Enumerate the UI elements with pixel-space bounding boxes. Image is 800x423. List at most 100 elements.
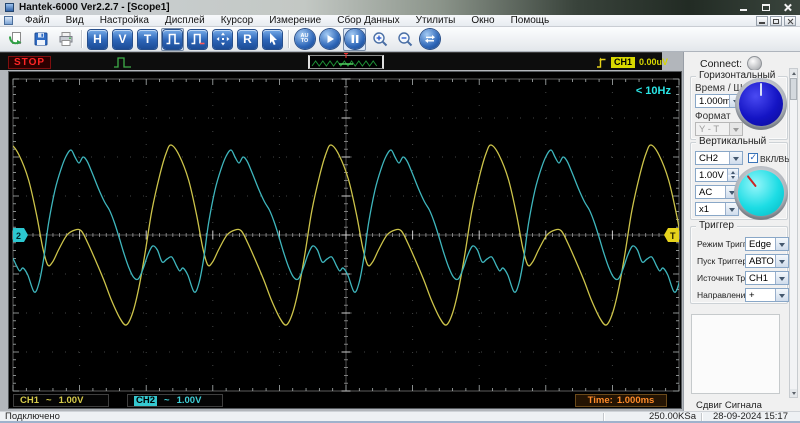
trigger-row-label: Источник Триг: [697, 273, 747, 283]
print-button[interactable]: [54, 28, 77, 51]
document-icon: [4, 16, 13, 25]
mdi-close-button[interactable]: [784, 16, 796, 26]
ch1-readout[interactable]: CH1~1.00V: [13, 394, 109, 407]
trigger-row-value: АВТО: [746, 255, 775, 267]
menu-item-утилиты[interactable]: Утилиты: [408, 15, 464, 26]
ch2-label: CH2: [134, 396, 157, 406]
save-button[interactable]: [29, 28, 52, 51]
self-calibration-button[interactable]: [418, 28, 441, 51]
control-panel: Connect: Горизонтальный Время / Ш 1.000m…: [683, 52, 800, 411]
close-button[interactable]: [781, 2, 794, 13]
trigger-source-select[interactable]: CH1: [745, 271, 789, 285]
pulse-icon: [163, 30, 182, 49]
pause-button[interactable]: [343, 28, 366, 51]
timebase-knob[interactable]: [735, 78, 787, 130]
probe-select[interactable]: x1: [695, 202, 739, 216]
reference-wave-button[interactable]: R: [236, 28, 259, 51]
maximize-icon: [762, 4, 770, 11]
probe-value: x1: [696, 203, 725, 215]
menu-item-помощь[interactable]: Помощь: [503, 15, 558, 26]
svg-text:2: 2: [16, 231, 21, 241]
timebase-value: 1.000ms: [696, 95, 729, 107]
waveform-roll-button[interactable]: [186, 28, 209, 51]
trigger-row-label: Режим Триггера: [697, 239, 747, 249]
minimize-button[interactable]: [737, 2, 750, 13]
mdi-close-icon: [787, 18, 794, 25]
trigger-group: Триггер Режим ТриггераEdgeПуск ТриггераА…: [690, 226, 788, 304]
scroll-up-icon[interactable]: [790, 69, 797, 77]
connect-button[interactable]: [747, 56, 762, 71]
channel-enable-checkbox[interactable]: [748, 153, 758, 163]
ch2-scale: 1.00V: [177, 395, 202, 406]
trigger-mode-select[interactable]: Edge: [745, 237, 789, 251]
zoom-out-button[interactable]: [393, 28, 416, 51]
chevron-down-icon[interactable]: [775, 238, 788, 250]
menu-item-измерение[interactable]: Измерение: [261, 15, 329, 26]
menu-item-курсор[interactable]: Курсор: [213, 15, 262, 26]
statusbar-divider: [701, 413, 702, 421]
scrollbar-thumb[interactable]: [790, 78, 797, 100]
horizontal-panel-button[interactable]: H: [86, 28, 109, 51]
pulse-shape-icon: [113, 55, 133, 69]
trigger-level-readout: 0.00uV: [639, 57, 668, 67]
format-value: Y - T: [696, 123, 729, 135]
ch1-scale: 1.00V: [59, 395, 84, 406]
trigger-sweep-select[interactable]: АВТО: [745, 254, 789, 268]
zoom-in-button[interactable]: [368, 28, 391, 51]
trigger-row-value: Edge: [746, 238, 775, 250]
mdi-minimize-icon: [759, 22, 765, 24]
volts-div-knob[interactable]: [734, 166, 788, 220]
zoom-out-icon: [395, 29, 415, 49]
menu-item-сбор-данных[interactable]: Сбор Данных: [329, 15, 407, 26]
chevron-down-icon[interactable]: [775, 289, 788, 301]
maximize-button[interactable]: [759, 2, 772, 13]
trigger-slope-icon: [596, 56, 607, 69]
toolbar: HVT R AUTO: [0, 27, 800, 52]
trigger-row: Пуск ТриггераАВТО: [697, 254, 789, 268]
run-button[interactable]: [318, 28, 341, 51]
trigger-row-value: CH1: [746, 272, 775, 284]
timebase-readout: Time:1.000ms: [575, 394, 667, 407]
trigger-panel-button[interactable]: T: [136, 28, 159, 51]
acquisition-status-badge: STOP: [8, 56, 51, 69]
math-function-button[interactable]: [211, 28, 234, 51]
format-select: Y - T: [695, 122, 743, 136]
trigger-position-preview[interactable]: T: [308, 55, 384, 69]
ch1-label: CH1: [20, 395, 39, 406]
trigger-panel-label: T: [138, 30, 157, 49]
chevron-down-icon[interactable]: [729, 152, 742, 164]
time-value: 1.000ms: [617, 395, 655, 406]
panel-scrollbar[interactable]: [789, 68, 798, 398]
menu-item-окно[interactable]: Окно: [463, 15, 502, 26]
ch2-readout[interactable]: CH2~1.00V: [127, 394, 223, 407]
volts-div-value: 1.00V: [696, 169, 727, 181]
channel-value: CH2: [696, 152, 729, 164]
channel-readout-row: CH1~1.00V CH2~1.00V Time:1.000ms: [9, 394, 681, 408]
trigger-slope-select[interactable]: +: [745, 288, 789, 302]
trigger-frequency-readout: < 10Hz: [636, 85, 672, 97]
volts-div-spinner[interactable]: 1.00V: [695, 168, 739, 182]
channel-select[interactable]: CH2: [695, 151, 743, 165]
trigger-row: Источник ТригCH1: [697, 271, 789, 285]
open-button[interactable]: [4, 28, 27, 51]
menu-item-настройка[interactable]: Настройка: [92, 15, 157, 26]
vertical-panel-button[interactable]: V: [111, 28, 134, 51]
chevron-down-icon[interactable]: [775, 272, 788, 284]
zoom-in-icon: [370, 29, 390, 49]
autoset-button[interactable]: AUTO: [293, 28, 316, 51]
chevron-down-icon[interactable]: [775, 255, 788, 267]
cursor-measure-button[interactable]: [261, 28, 284, 51]
coupling-select[interactable]: AC: [695, 185, 739, 199]
mdi-area: STOP T CH1 0.00uV 2T< 10Hz: [0, 52, 800, 411]
menu-item-вид[interactable]: Вид: [58, 15, 92, 26]
vertical-group-title: Вертикальный: [696, 136, 769, 147]
scroll-down-icon[interactable]: [790, 389, 797, 397]
trigger-row: Режим ТриггераEdge: [697, 237, 789, 251]
mdi-minimize-button[interactable]: [756, 16, 768, 26]
menu-item-файл[interactable]: Файл: [17, 15, 58, 26]
waveform-normal-button[interactable]: [161, 28, 184, 51]
format-label: Формат: [695, 111, 731, 122]
channel-enable-label: ВКЛ/ВЫ: [760, 154, 792, 164]
mdi-restore-button[interactable]: [770, 16, 782, 26]
menu-item-дисплей[interactable]: Дисплей: [157, 15, 213, 26]
